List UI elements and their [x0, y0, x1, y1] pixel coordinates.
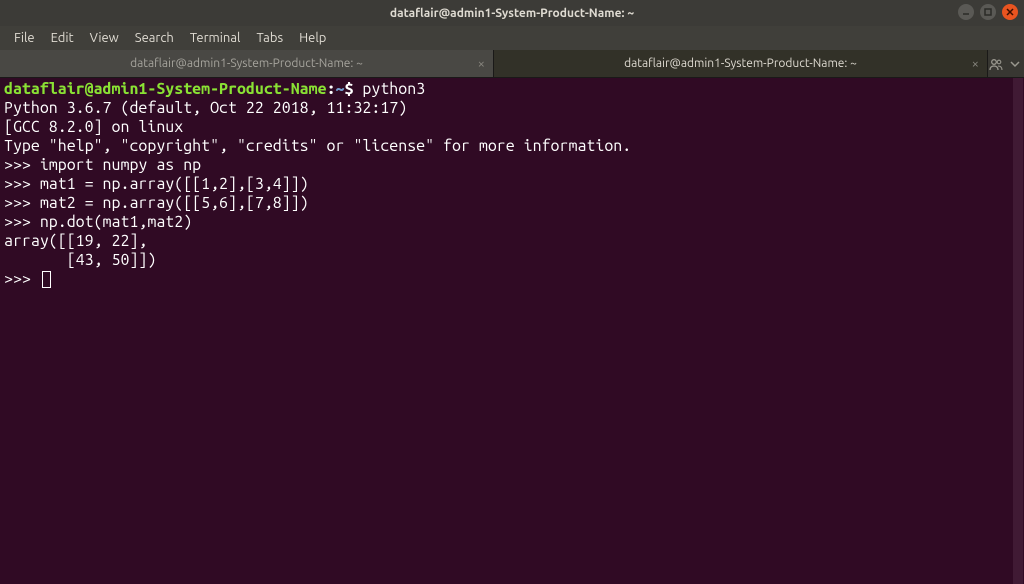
menu-tabs[interactable]: Tabs [248, 29, 291, 47]
minimize-button[interactable] [958, 4, 974, 20]
terminal-line: dataflair@admin1-System-Product-Name:~$ … [4, 80, 1008, 99]
tabbar: dataflair@admin1-System-Product-Name: ~ … [0, 50, 1024, 78]
tab-1-close-icon[interactable]: × [478, 57, 485, 71]
scrollbar[interactable] [1013, 78, 1023, 584]
tab-2-label: dataflair@admin1-System-Product-Name: ~ [624, 57, 857, 70]
terminal-line: >>> import numpy as np [4, 156, 1008, 175]
tab-2[interactable]: dataflair@admin1-System-Product-Name: ~ … [494, 50, 988, 77]
terminal-line: >>> [4, 270, 1008, 289]
tab-1-label: dataflair@admin1-System-Product-Name: ~ [130, 57, 363, 70]
tab-tools [988, 50, 1024, 77]
menu-terminal[interactable]: Terminal [182, 29, 249, 47]
maximize-button[interactable] [980, 4, 996, 20]
prompt-idle: >>> [4, 270, 40, 288]
cursor [42, 271, 51, 288]
tab-2-close-icon[interactable]: × [972, 57, 979, 71]
prompt-sep: : [327, 80, 336, 98]
terminal-line: Python 3.6.7 (default, Oct 22 2018, 11:3… [4, 99, 1008, 118]
terminal-line: array([[19, 22], [4, 232, 1008, 251]
people-icon[interactable] [988, 57, 1004, 71]
titlebar: dataflair@admin1-System-Product-Name: ~ [0, 0, 1024, 26]
prompt-user: dataflair@admin1-System-Product-Name [4, 80, 327, 98]
terminal-line: >>> mat2 = np.array([[5,6],[7,8]]) [4, 194, 1008, 213]
close-button[interactable] [1002, 4, 1018, 20]
terminal-line: [GCC 8.2.0] on linux [4, 118, 1008, 137]
terminal[interactable]: dataflair@admin1-System-Product-Name:~$ … [0, 78, 1024, 584]
menubar: File Edit View Search Terminal Tabs Help [0, 26, 1024, 50]
window-title: dataflair@admin1-System-Product-Name: ~ [390, 7, 634, 20]
menu-file[interactable]: File [6, 29, 43, 47]
prompt-path: ~ [336, 80, 345, 98]
command-text: python3 [353, 80, 425, 98]
menu-search[interactable]: Search [127, 29, 182, 47]
menu-view[interactable]: View [82, 29, 127, 47]
tab-1[interactable]: dataflair@admin1-System-Product-Name: ~ … [0, 50, 494, 77]
menu-help[interactable]: Help [291, 29, 334, 47]
chevron-down-icon[interactable] [1010, 59, 1020, 69]
terminal-line: Type "help", "copyright", "credits" or "… [4, 137, 1008, 156]
terminal-line: >>> np.dot(mat1,mat2) [4, 213, 1008, 232]
menu-edit[interactable]: Edit [43, 29, 82, 47]
terminal-line: >>> mat1 = np.array([[1,2],[3,4]]) [4, 175, 1008, 194]
terminal-line: [43, 50]]) [4, 251, 1008, 270]
window-controls [958, 4, 1018, 20]
